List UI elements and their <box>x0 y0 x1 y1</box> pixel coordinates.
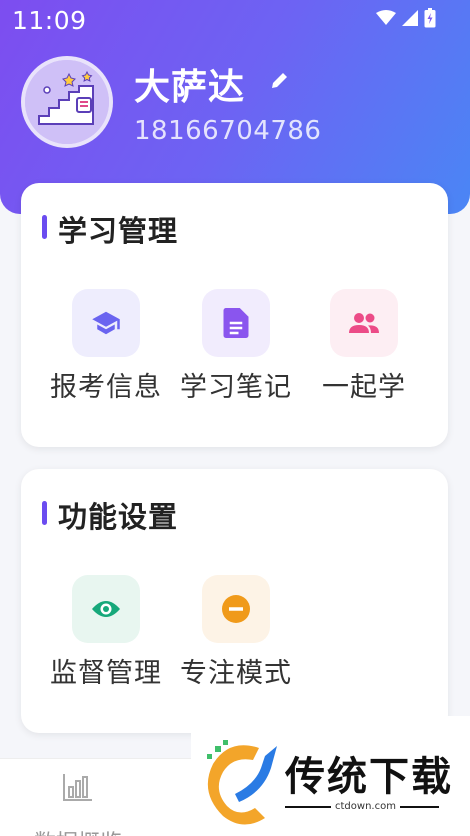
exam-info-tile[interactable] <box>72 289 140 357</box>
bar-chart-icon <box>63 774 92 801</box>
tab-label: 数据概览 <box>22 825 134 836</box>
section-accent-bar <box>42 501 47 525</box>
study-together-tile[interactable] <box>330 289 398 357</box>
study-notes-label: 学习笔记 <box>180 372 292 403</box>
study-together-label: 一起学 <box>322 372 406 403</box>
study-notes-tile[interactable] <box>202 289 270 357</box>
exam-info-label: 报考信息 <box>50 372 162 403</box>
watermark-url: ctdown.com <box>331 801 400 812</box>
focus-mode-label: 专注模式 <box>180 658 292 689</box>
section-title: 功能设置 <box>58 500 179 534</box>
battery-icon <box>424 8 436 28</box>
minus-circle-icon <box>222 595 250 623</box>
edit-pencil-icon[interactable] <box>270 70 290 90</box>
section-accent-bar <box>42 215 47 239</box>
focus-mode-tile[interactable] <box>202 575 270 643</box>
document-icon <box>223 308 249 338</box>
user-name: 大萨达 <box>134 67 246 108</box>
status-bar: 11:09 <box>0 0 470 40</box>
focus-mode-item[interactable]: 专注模式 <box>171 573 301 703</box>
status-time: 11:09 <box>12 6 87 35</box>
learning-management-card: 学习管理 报考信息 学习笔记 一起学 <box>21 183 448 447</box>
watermark-logo-icon <box>207 740 277 825</box>
exam-info-item[interactable]: 报考信息 <box>41 287 171 417</box>
function-settings-card: 功能设置 监督管理 专注模式 <box>21 469 448 733</box>
avatar[interactable] <box>21 56 113 148</box>
watermark: 传统下载 ctdown.com <box>191 716 470 836</box>
status-icons <box>376 8 436 28</box>
graduation-cap-icon <box>92 311 120 335</box>
signal-icon <box>402 10 418 26</box>
study-notes-item[interactable]: 学习笔记 <box>171 287 301 417</box>
study-together-item[interactable]: 一起学 <box>299 287 429 417</box>
user-phone: 18166704786 <box>134 116 322 146</box>
supervision-label: 监督管理 <box>50 658 162 689</box>
wifi-icon <box>376 10 396 25</box>
watermark-brand: 传统下载 <box>285 754 453 800</box>
supervision-tile[interactable] <box>72 575 140 643</box>
tab-data-overview[interactable]: 数据概览 <box>22 773 134 836</box>
eye-icon <box>92 601 120 617</box>
stairs-illustration-icon <box>25 60 109 144</box>
people-icon <box>349 313 379 333</box>
section-title: 学习管理 <box>58 214 179 248</box>
supervision-item[interactable]: 监督管理 <box>41 573 171 703</box>
